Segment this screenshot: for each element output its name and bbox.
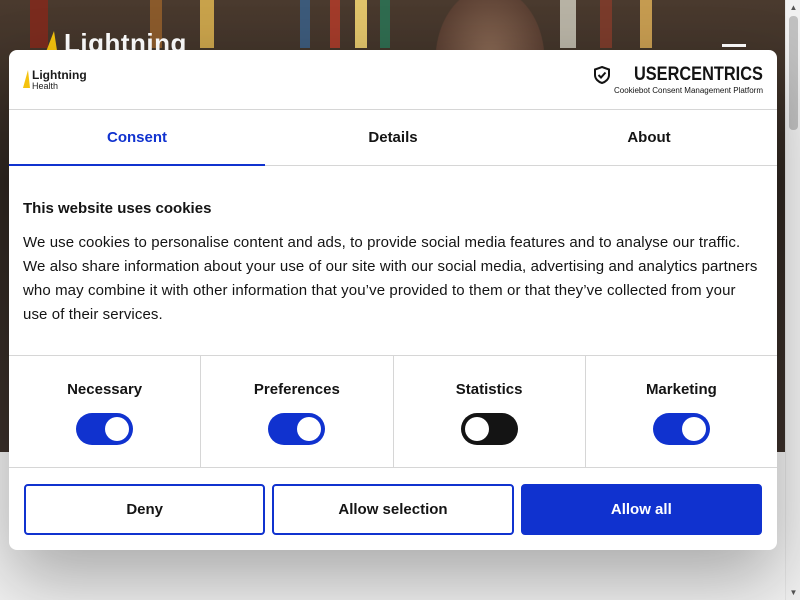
cookie-consent-dialog: Lightning Health USERCENTRICS Cookiebot … <box>9 50 777 550</box>
tab-details[interactable]: Details <box>265 110 521 165</box>
dialog-header: Lightning Health USERCENTRICS Cookiebot … <box>9 50 777 110</box>
provider-tagline: Cookiebot Consent Management Platform <box>614 86 763 95</box>
statistics-toggle[interactable] <box>460 413 518 445</box>
toggle-cell-necessary: Necessary <box>9 356 202 467</box>
cookie-category-toggles: Necessary Preferences Statistics Marketi… <box>9 355 777 468</box>
toggle-label-statistics: Statistics <box>455 381 523 398</box>
brand-name: Lightning <box>32 68 87 82</box>
allow-selection-button[interactable]: Allow selection <box>272 484 514 535</box>
usercentrics-logo[interactable]: USERCENTRICS Cookiebot Consent Managemen… <box>594 65 763 95</box>
deny-button[interactable]: Deny <box>24 484 266 535</box>
dialog-title: This website uses cookies <box>23 200 212 217</box>
page-scrollbar[interactable]: ▲ ▼ <box>785 0 800 600</box>
dialog-body-text: We use cookies to personalise content an… <box>23 234 758 323</box>
scrollbar-thumb[interactable] <box>789 16 798 130</box>
toggle-label-necessary: Necessary <box>67 381 143 398</box>
tab-about[interactable]: About <box>521 110 777 165</box>
tab-consent[interactable]: Consent <box>9 110 265 166</box>
brand-subname: Health <box>32 81 59 91</box>
necessary-toggle <box>76 413 134 445</box>
toggle-label-marketing: Marketing <box>645 381 717 398</box>
preferences-toggle[interactable] <box>268 413 326 445</box>
scroll-down-arrow-icon[interactable]: ▼ <box>786 585 800 600</box>
marketing-toggle[interactable] <box>652 413 710 445</box>
allow-all-button[interactable]: Allow all <box>520 484 762 535</box>
consent-buttons: Deny Allow selection Allow all <box>9 468 777 535</box>
toggle-cell-marketing: Marketing <box>586 356 777 467</box>
toggle-label-preferences: Preferences <box>253 381 340 398</box>
consent-tabs: Consent Details About <box>9 110 777 166</box>
scroll-up-arrow-icon[interactable]: ▲ <box>786 0 800 15</box>
provider-name: USERCENTRICS <box>634 64 763 85</box>
lightning-bolt-icon <box>23 70 30 88</box>
shield-check-icon <box>594 65 611 84</box>
toggle-cell-preferences: Preferences <box>201 356 394 467</box>
toggle-cell-statistics: Statistics <box>394 356 586 467</box>
consent-content: This website uses cookies We use cookies… <box>9 166 777 355</box>
brand-logo: Lightning Health <box>23 69 87 91</box>
